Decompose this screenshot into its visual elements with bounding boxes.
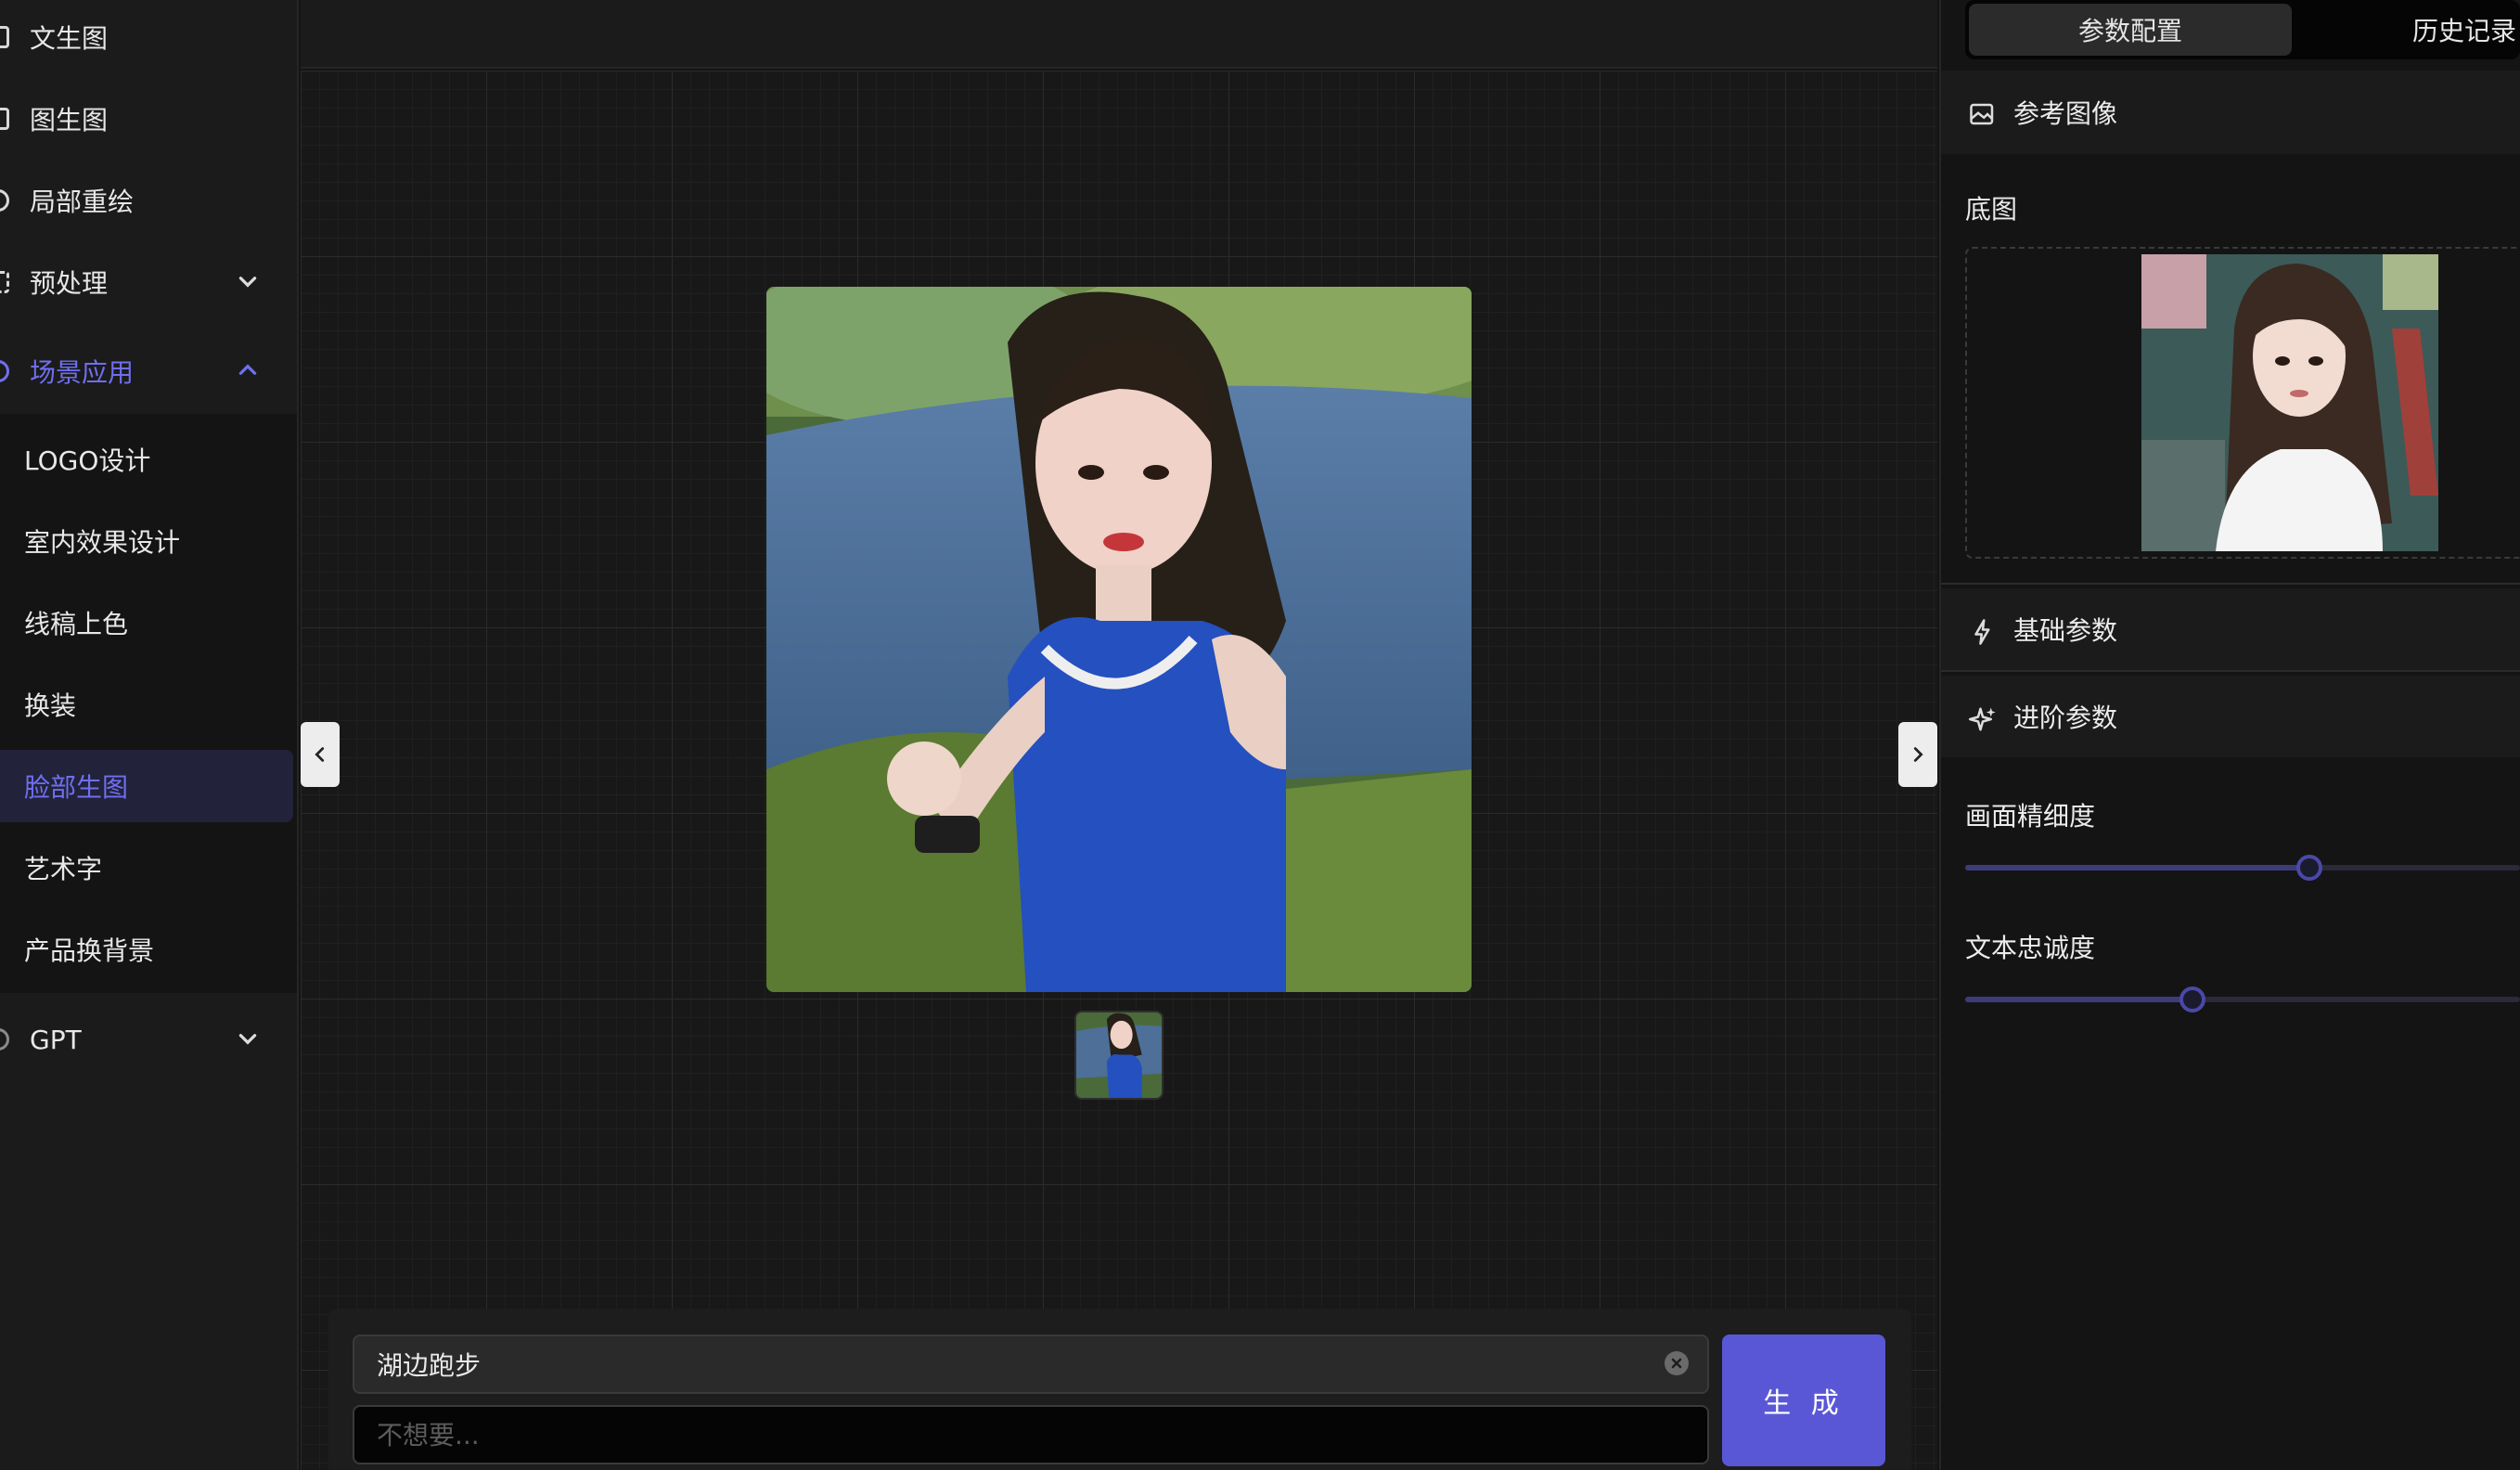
chevron-down-icon [238, 277, 257, 288]
lightning-icon [1974, 619, 1990, 645]
text-fidelity-slider[interactable] [1965, 986, 2520, 1012]
submenu-item-art-text[interactable]: 艺术字 [0, 832, 293, 904]
sidebar-item-preprocess[interactable]: 预处理 [0, 245, 297, 319]
submenu-item-logo[interactable]: LOGO设计 [0, 423, 293, 496]
collapse-right-button[interactable] [1898, 722, 1937, 787]
generate-button[interactable]: 生 成 [1722, 1335, 1885, 1466]
sidebar: 文生图 图生图 局部重绘 预处理 场景应用 LOGO设计 室内效果设计 线稿上色… [0, 0, 299, 1470]
text-fidelity-slider-label: 文本忠诚度 [1965, 933, 2096, 963]
gpt-icon [0, 1028, 9, 1051]
basic-params-section[interactable]: 基础参数 [1941, 588, 2520, 670]
base-image-preview[interactable] [2141, 254, 2438, 551]
sidebar-item-label: 局部重绘 [30, 187, 135, 217]
slider-thumb[interactable] [2179, 986, 2206, 1012]
chevron-down-icon [238, 1034, 257, 1045]
submenu-item-outfit[interactable]: 换装 [0, 668, 293, 741]
sidebar-item-label: GPT [30, 1024, 82, 1055]
sidebar-item-label: 场景应用 [30, 357, 135, 388]
submenu-item-lineart[interactable]: 线稿上色 [0, 587, 293, 659]
sidebar-item-scene-apps[interactable]: 场景应用 [0, 334, 297, 408]
slider-fill [1965, 997, 2193, 1002]
detail-slider-label: 画面精细度 [1965, 801, 2096, 832]
process-icon [0, 271, 9, 293]
detail-slider[interactable] [1965, 855, 2520, 881]
reference-image-section[interactable]: 参考图像 [1941, 71, 2520, 154]
section-title: 进阶参数 [2013, 703, 2118, 733]
slider-fill [1965, 865, 2309, 870]
top-bar [301, 0, 1937, 69]
advanced-params-section[interactable]: 进阶参数 [1941, 676, 2520, 757]
sidebar-item-inpaint[interactable]: 局部重绘 [0, 163, 297, 238]
chevron-right-icon [1913, 747, 1923, 762]
section-title: 基础参数 [2013, 615, 2118, 646]
scene-submenu: LOGO设计 室内效果设计 线稿上色 换装 脸部生图 艺术字 产品换背景 [0, 414, 297, 993]
submenu-item-interior[interactable]: 室内效果设计 [0, 505, 293, 577]
tab-history[interactable]: 历史记录 [2292, 4, 2520, 56]
negative-prompt-input[interactable] [353, 1405, 1709, 1464]
base-image-label: 底图 [1965, 194, 2018, 225]
sidebar-item-image-to-image[interactable]: 图生图 [0, 82, 297, 156]
chevron-up-icon [238, 364, 257, 375]
chevron-left-icon [315, 747, 325, 762]
tab-params[interactable]: 参数配置 [1969, 4, 2292, 56]
image-icon [1970, 103, 1994, 125]
sidebar-item-gpt[interactable]: GPT [0, 1002, 297, 1077]
sidebar-item-text-to-image[interactable]: 文生图 [0, 0, 297, 74]
collapse-left-button[interactable] [301, 722, 340, 787]
slider-thumb[interactable] [2295, 855, 2322, 881]
sparkle-icon [1969, 707, 1996, 731]
base-image-art [2141, 254, 2438, 551]
sidebar-item-label: 图生图 [30, 105, 109, 135]
prompt-input[interactable]: 湖边跑步 [353, 1335, 1709, 1394]
generated-image[interactable] [766, 287, 1472, 992]
image-frame-icon [0, 26, 9, 48]
clear-icon[interactable] [1665, 1351, 1689, 1375]
brush-icon [0, 189, 9, 212]
thumbnail-art [1076, 1012, 1162, 1098]
divider [1941, 583, 2520, 585]
section-title: 参考图像 [2013, 98, 2118, 129]
sidebar-item-label: 预处理 [30, 268, 109, 299]
sidebar-item-label: 文生图 [30, 23, 109, 54]
panel-tabs: 参数配置 历史记录 [1965, 0, 2520, 59]
generated-image-art [766, 287, 1472, 992]
image-frame-icon [0, 108, 9, 130]
submenu-item-face[interactable]: 脸部生图 [0, 750, 293, 822]
scene-icon [0, 360, 9, 382]
divider [1941, 670, 2520, 672]
submenu-item-product-bg[interactable]: 产品换背景 [0, 913, 293, 986]
image-thumbnail[interactable] [1074, 1011, 1164, 1100]
